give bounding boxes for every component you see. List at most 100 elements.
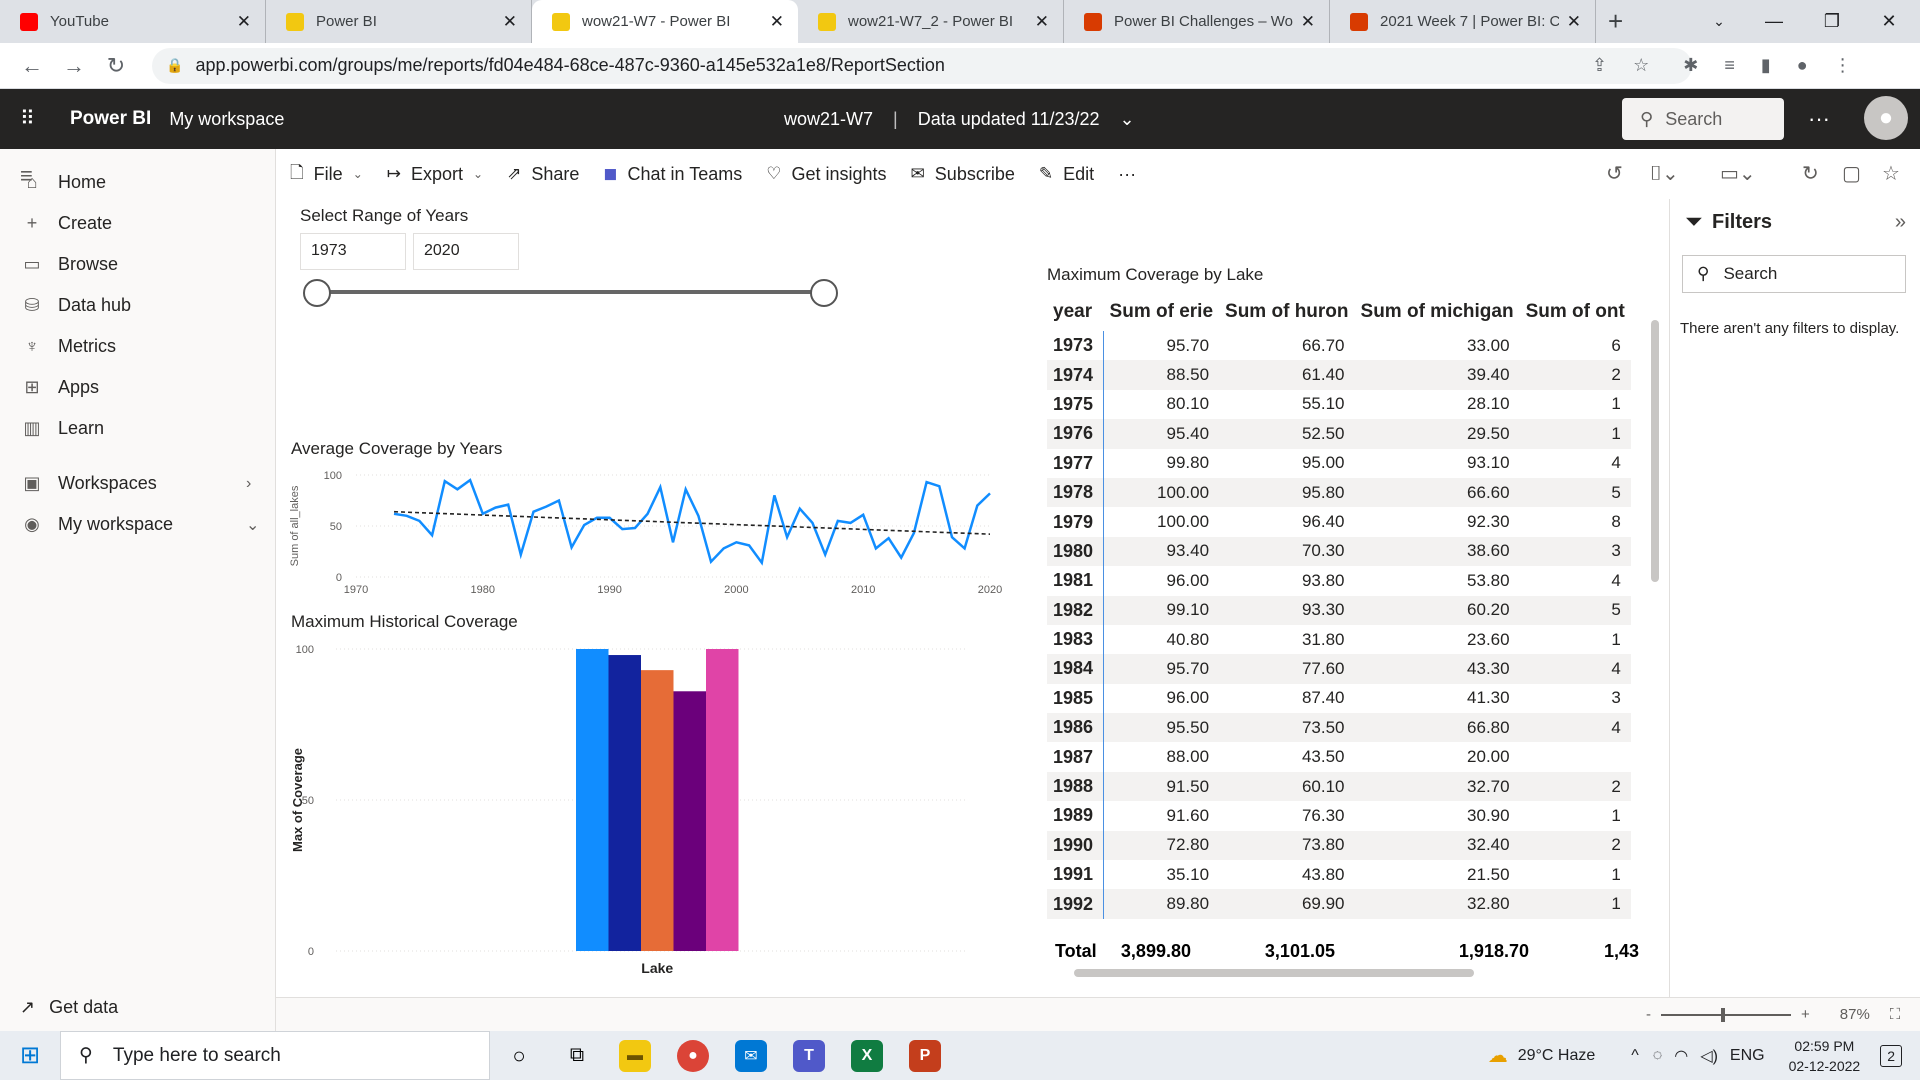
reload-icon[interactable]: ↻: [98, 53, 134, 79]
edit-button[interactable]: ✎ Edit: [1039, 164, 1094, 185]
clock[interactable]: 02:59 PM 02-12-2022: [1789, 1036, 1861, 1076]
minimize-button[interactable]: —: [1745, 0, 1803, 43]
file-menu[interactable]: 🗋 File ⌄: [290, 160, 363, 189]
favorite-icon[interactable]: ☆: [1882, 161, 1900, 186]
nav-item-metrics[interactable]: ♆ Metrics: [20, 336, 116, 357]
maximize-button[interactable]: ❐: [1803, 0, 1861, 43]
side-panel-icon[interactable]: ▮: [1761, 55, 1771, 76]
app-launcher-icon[interactable]: ⠿: [20, 109, 44, 129]
reset-icon[interactable]: ↺: [1606, 161, 1623, 186]
windows-start-icon[interactable]: ⊞: [0, 1041, 60, 1070]
tab-search-icon[interactable]: ⌄: [1690, 0, 1748, 43]
close-tab-icon[interactable]: ✕: [503, 12, 517, 32]
file-explorer-icon[interactable]: ▬: [606, 1031, 664, 1080]
browser-menu-icon[interactable]: ⋮: [1834, 55, 1852, 76]
column-header[interactable]: Sum of huron: [1219, 295, 1354, 331]
nav-item-data-hub[interactable]: ⛁ Data hub: [20, 295, 131, 316]
browser-tab[interactable]: Power BI ✕: [266, 0, 532, 43]
tray-chevron-icon[interactable]: ^: [1631, 1047, 1639, 1065]
teams-icon[interactable]: T: [780, 1031, 838, 1080]
table-horizontal-scrollbar[interactable]: [1074, 969, 1474, 977]
close-window-button[interactable]: ✕: [1860, 0, 1918, 43]
share-page-icon[interactable]: ⇪: [1592, 55, 1607, 76]
fit-page-icon[interactable]: ⛶: [1890, 1006, 1901, 1023]
get-insights-button[interactable]: ♡ Get insights: [766, 164, 886, 185]
media-icon[interactable]: ≡: [1724, 55, 1735, 76]
system-tray: ☁ 29°C Haze ^ ◌ ◠ ◁) ENG 02:59 PM 02-12-…: [1488, 1031, 1920, 1080]
refresh-icon[interactable]: ↻: [1802, 161, 1819, 186]
new-tab-button[interactable]: +: [1608, 6, 1623, 37]
chat-in-teams-button[interactable]: ◼ Chat in Teams: [603, 164, 742, 185]
workspace-name[interactable]: My workspace: [169, 109, 284, 130]
bookmark-icon[interactable]: ⌷⌄: [1650, 161, 1679, 186]
collapse-pane-icon[interactable]: »: [1895, 211, 1906, 234]
back-icon[interactable]: ←: [14, 53, 50, 79]
browser-tab[interactable]: wow21-W7 - Power BI ✕: [532, 0, 798, 43]
close-tab-icon[interactable]: ✕: [770, 12, 784, 32]
year-slider-track[interactable]: [316, 290, 824, 294]
table-vertical-scrollbar[interactable]: [1651, 320, 1659, 582]
url-field[interactable]: 🔒 app.powerbi.com/groups/me/reports/fd04…: [152, 47, 1692, 84]
close-tab-icon[interactable]: ✕: [1567, 12, 1581, 32]
cortana-icon[interactable]: ○: [490, 1031, 548, 1080]
zoom-out-icon[interactable]: -: [1646, 1006, 1651, 1023]
column-header[interactable]: Sum of ont: [1520, 295, 1631, 331]
column-header[interactable]: Sum of erie: [1104, 295, 1219, 331]
nav-item-my-workspace[interactable]: ◉ My workspace ⌄: [20, 514, 259, 535]
profile-icon[interactable]: ●: [1797, 55, 1808, 76]
nav-item-learn[interactable]: ▥ Learn: [20, 418, 104, 439]
forward-icon[interactable]: →: [56, 53, 92, 79]
chrome-icon[interactable]: ●: [664, 1031, 722, 1080]
mail-icon[interactable]: ✉: [722, 1031, 780, 1080]
zoom-slider[interactable]: [1661, 1007, 1791, 1022]
nav-item-apps[interactable]: ⊞ Apps: [20, 377, 99, 398]
volume-icon[interactable]: ◁): [1700, 1046, 1718, 1066]
subscribe-button[interactable]: ✉ Subscribe: [911, 164, 1015, 185]
wifi-icon[interactable]: ◠: [1674, 1046, 1688, 1066]
extensions-icon[interactable]: ✱: [1683, 55, 1698, 76]
language-indicator[interactable]: ENG: [1730, 1047, 1765, 1065]
bar-chart[interactable]: 050100LakeMax of Coverage: [276, 635, 1006, 981]
browser-tab[interactable]: YouTube ✕: [0, 0, 266, 43]
comment-icon[interactable]: ▢: [1842, 161, 1861, 186]
browser-tab[interactable]: wow21-W7_2 - Power BI ✕: [798, 0, 1064, 43]
task-view-icon[interactable]: ⧉: [548, 1031, 606, 1080]
close-tab-icon[interactable]: ✕: [1035, 12, 1049, 32]
share-button[interactable]: ⇗ Share: [507, 164, 579, 185]
column-header[interactable]: year: [1047, 295, 1104, 331]
weather-text[interactable]: 29°C Haze: [1518, 1047, 1596, 1065]
browser-tab[interactable]: Power BI Challenges – Worl ✕: [1064, 0, 1330, 43]
network-icon[interactable]: ◌: [1653, 1047, 1663, 1065]
brand-name[interactable]: Power BI: [70, 108, 151, 130]
notification-badge[interactable]: 2: [1880, 1044, 1902, 1067]
taskbar-search[interactable]: ⚲ Type here to search: [60, 1031, 490, 1080]
nav-item-home[interactable]: ⌂ Home: [20, 172, 106, 193]
browser-tab[interactable]: 2021 Week 7 | Power BI: Co ✕: [1330, 0, 1596, 43]
year-from-input[interactable]: 1973: [300, 233, 406, 270]
year-to-input[interactable]: 2020: [413, 233, 519, 270]
coverage-table[interactable]: year Sum of erie Sum of huron Sum of michig…: [1047, 295, 1645, 963]
nav-item-workspaces[interactable]: ▣ Workspaces ›: [20, 473, 251, 494]
column-header[interactable]: Sum of michigan: [1355, 295, 1520, 331]
get-data-button[interactable]: ↗ Get data: [20, 997, 118, 1018]
close-tab-icon[interactable]: ✕: [1301, 12, 1315, 32]
slider-handle-end[interactable]: [810, 279, 838, 307]
slider-handle-start[interactable]: [303, 279, 331, 307]
bookmark-star-icon[interactable]: ☆: [1633, 55, 1649, 76]
line-chart[interactable]: 0 50 100 1970 1980 1990 2000 2010 2020 Sum of all…: [276, 461, 1006, 611]
table-cell: 43.30: [1354, 654, 1520, 684]
powerpoint-icon[interactable]: P: [896, 1031, 954, 1080]
export-menu[interactable]: ↦ Export ⌄: [387, 164, 483, 185]
nav-item-browse[interactable]: ▭ Browse: [20, 254, 118, 275]
close-tab-icon[interactable]: ✕: [237, 12, 251, 32]
view-icon[interactable]: ▭⌄: [1720, 161, 1756, 186]
filters-search-input[interactable]: ⚲ Search: [1682, 255, 1906, 293]
report-info[interactable]: wow21-W7 | Data updated 11/23/22 ⌄: [784, 109, 1135, 130]
nav-item-create[interactable]: + Create: [20, 213, 112, 234]
header-search[interactable]: ⚲ Search: [1622, 98, 1784, 140]
avatar[interactable]: ●: [1864, 96, 1908, 140]
zoom-in-icon[interactable]: +: [1801, 1006, 1810, 1023]
more-options-icon[interactable]: ···: [1808, 106, 1830, 132]
more-commands-icon[interactable]: ···: [1118, 164, 1136, 185]
excel-icon[interactable]: X: [838, 1031, 896, 1080]
